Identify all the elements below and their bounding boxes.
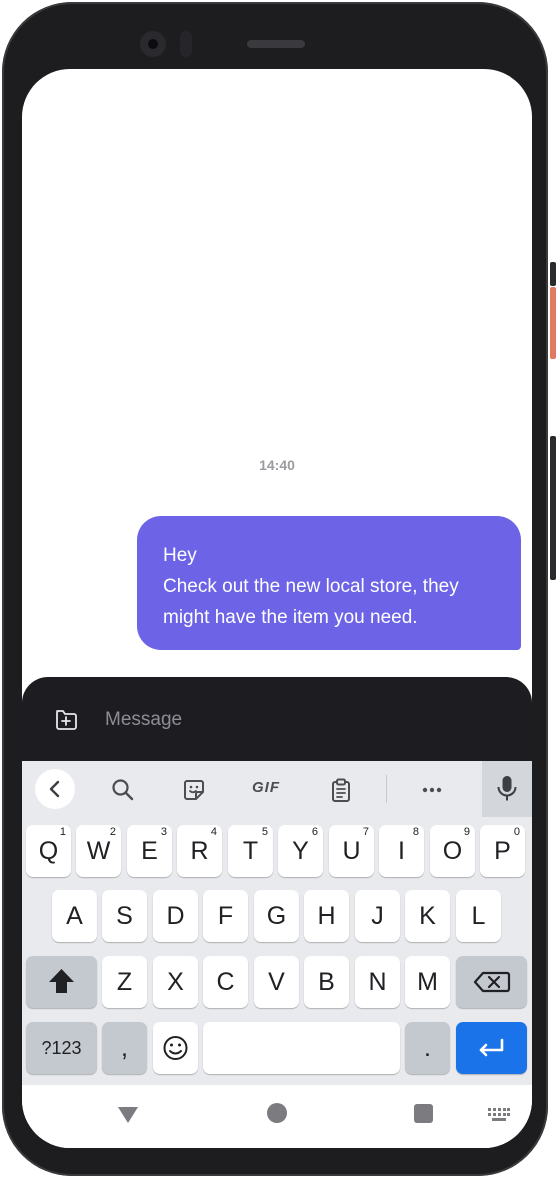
key-hint: 3 — [160, 826, 167, 838]
key-label: Q — [38, 837, 59, 865]
key-label: W — [86, 837, 111, 865]
key-hint: 1 — [59, 826, 66, 838]
space-key[interactable] — [203, 1022, 400, 1074]
toolbar-divider — [386, 775, 387, 803]
phone-device: 14:40 Hey Check out the new local store,… — [0, 0, 556, 1180]
key-g[interactable]: G — [254, 890, 299, 942]
microphone-icon — [497, 776, 517, 801]
key-a[interactable]: A — [52, 890, 97, 942]
key-c[interactable]: C — [203, 956, 248, 1008]
key-d[interactable]: D — [153, 890, 198, 942]
key-label: O — [442, 837, 463, 865]
compose-bar: Message — [22, 677, 532, 761]
enter-key[interactable] — [456, 1022, 527, 1074]
key-hint: 5 — [261, 826, 268, 838]
gif-button[interactable]: GIF — [252, 779, 280, 796]
backspace-icon — [473, 971, 511, 993]
key-hint: 8 — [412, 826, 419, 838]
key-label: U — [342, 837, 361, 865]
key-v[interactable]: V — [254, 956, 299, 1008]
key-n[interactable]: N — [355, 956, 400, 1008]
key-k[interactable]: K — [405, 890, 450, 942]
toolbar-back-button[interactable] — [35, 769, 75, 809]
key-s[interactable]: S — [102, 890, 147, 942]
key-hint: 7 — [362, 826, 369, 838]
triangle-back-icon[interactable] — [117, 1105, 139, 1125]
chevron-left-icon — [49, 780, 60, 798]
enter-icon — [479, 1038, 504, 1057]
key-h[interactable]: H — [304, 890, 349, 942]
key-label: P — [494, 837, 511, 865]
key-label: Y — [292, 837, 309, 865]
message-input[interactable]: Message — [105, 709, 182, 731]
earpiece-speaker — [247, 40, 305, 48]
key-i[interactable]: I8 — [379, 825, 424, 877]
side-button — [550, 262, 556, 286]
front-camera-icon — [140, 31, 166, 57]
keyboard-toolbar: GIF — [22, 761, 532, 817]
key-p[interactable]: P0 — [480, 825, 525, 877]
emoji-icon — [163, 1036, 188, 1060]
backspace-key[interactable] — [456, 956, 527, 1008]
key-q[interactable]: Q1 — [26, 825, 71, 877]
key-hint: 4 — [210, 826, 217, 838]
message-line: Hey — [163, 545, 197, 566]
sent-message-bubble[interactable]: Hey Check out the new local store, they … — [137, 516, 521, 650]
key-label: I — [398, 837, 405, 865]
shift-key[interactable] — [26, 956, 97, 1008]
voice-input-button[interactable] — [482, 761, 532, 817]
key-label: R — [190, 837, 209, 865]
screen: 14:40 Hey Check out the new local store,… — [22, 69, 532, 1148]
key-r[interactable]: R4 — [177, 825, 222, 877]
emoji-key[interactable] — [153, 1022, 198, 1074]
key-w[interactable]: W2 — [76, 825, 121, 877]
key-l[interactable]: L — [456, 890, 501, 942]
comma-key[interactable]: , — [102, 1022, 147, 1074]
period-key[interactable]: . — [405, 1022, 450, 1074]
keyboard-switch-icon[interactable] — [488, 1108, 510, 1122]
key-j[interactable]: J — [355, 890, 400, 942]
search-icon[interactable] — [110, 777, 136, 803]
key-z[interactable]: Z — [102, 956, 147, 1008]
message-line: might have the item you need. — [163, 607, 418, 628]
key-hint: 6 — [311, 826, 318, 838]
key-b[interactable]: B — [304, 956, 349, 1008]
key-o[interactable]: O9 — [430, 825, 475, 877]
square-recents-icon[interactable] — [414, 1104, 433, 1123]
key-hint: 0 — [513, 826, 520, 838]
sensor-icon — [180, 31, 192, 57]
key-label: T — [242, 837, 259, 865]
key-t[interactable]: T5 — [228, 825, 273, 877]
key-e[interactable]: E3 — [127, 825, 172, 877]
shift-icon — [49, 969, 74, 993]
symbols-key[interactable]: ?123 — [26, 1022, 97, 1074]
key-label: E — [141, 837, 158, 865]
more-horizontal-icon[interactable] — [419, 777, 445, 803]
key-f[interactable]: F — [203, 890, 248, 942]
message-timestamp: 14:40 — [259, 457, 295, 473]
clipboard-icon[interactable] — [328, 777, 354, 803]
volume-button — [550, 436, 556, 580]
key-m[interactable]: M — [405, 956, 450, 1008]
power-button — [550, 287, 556, 359]
key-hint: 2 — [109, 826, 116, 838]
key-u[interactable]: U7 — [329, 825, 374, 877]
key-x[interactable]: X — [153, 956, 198, 1008]
system-nav-bar — [22, 1085, 532, 1148]
message-line: Check out the new local store, they — [163, 576, 459, 597]
circle-home-icon[interactable] — [267, 1103, 287, 1123]
key-hint: 9 — [463, 826, 470, 838]
key-y[interactable]: Y6 — [278, 825, 323, 877]
keyboard: GIF Q1 W 2 E 3 R 4 T 5 Y 6 U 7 I 8 O 9 P… — [22, 761, 532, 1085]
attach-folder-icon[interactable] — [54, 706, 78, 732]
sticker-icon[interactable] — [181, 777, 207, 803]
